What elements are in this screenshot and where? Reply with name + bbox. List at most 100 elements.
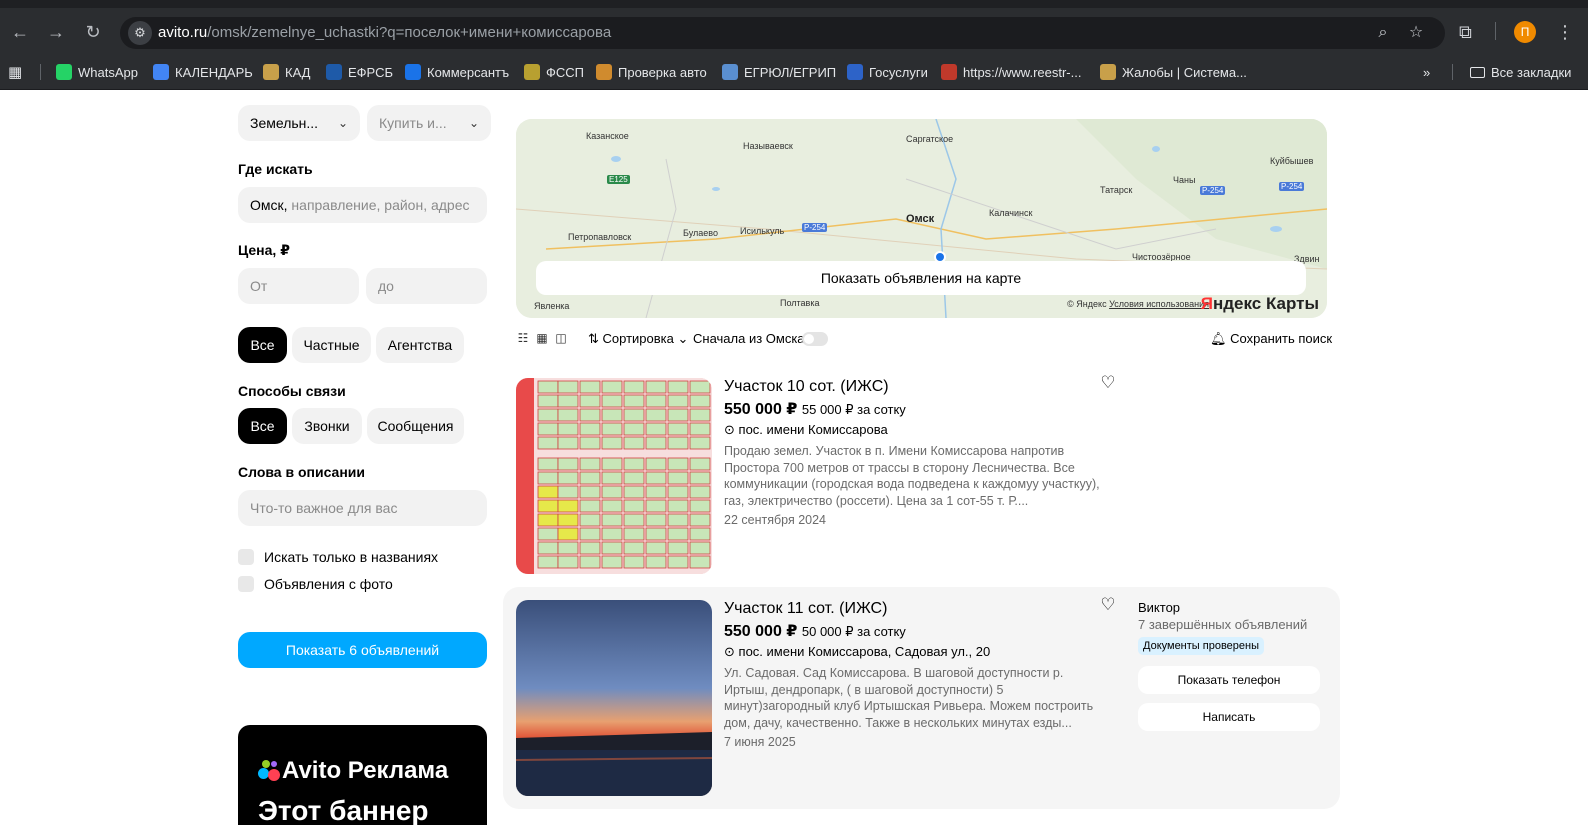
grid-view-icon[interactable]: ▦ [535, 331, 549, 345]
bookmark-item[interactable]: Проверка авто [596, 62, 707, 82]
map-city-label: Татарск [1100, 185, 1133, 195]
profile-avatar[interactable]: П [1514, 21, 1536, 43]
listing-title[interactable]: Участок 11 сот. (ИЖС) [724, 600, 887, 618]
contact-type-messages[interactable]: Сообщения [367, 408, 464, 444]
ad-text: Этот баннер [258, 795, 429, 825]
listing-card[interactable]: Участок 11 сот. (ИЖС) 550 000 ₽ 50 000 ₽… [503, 587, 1340, 809]
listing-description: Ул. Садовая. Сад Комиссарова. В шаговой … [724, 666, 1094, 730]
save-search-button[interactable]: 🔔︎ Сохранить поиск [1210, 331, 1332, 347]
bookmark-item[interactable]: ЕГРЮЛ/ЕГРИП [722, 62, 836, 82]
bookmark-label: КАД [285, 64, 311, 80]
show-on-map-button[interactable]: Показать объявления на карте [536, 261, 1306, 295]
checkbox-box[interactable] [238, 549, 254, 565]
bookmark-item[interactable]: WhatsApp [56, 62, 138, 82]
listing-address: ⊙ пос. имени Комиссарова [724, 422, 888, 438]
category-select[interactable]: Земельн... ⌄ [238, 105, 360, 141]
bookmark-item[interactable]: КАЛЕНДАРЬ [153, 62, 253, 82]
map-city-label: Называевск [743, 141, 793, 151]
listing-title[interactable]: Участок 10 сот. (ИЖС) [724, 378, 889, 396]
omsk-first-toggle[interactable] [802, 332, 828, 346]
bookmark-item[interactable]: Жалобы | Система... [1100, 62, 1247, 82]
listing-address-text: пос. имени Комиссарова, Садовая ул., 20 [738, 644, 991, 659]
site-settings-icon[interactable]: ⚙ [128, 21, 152, 45]
list-view-icon[interactable]: ☷ [516, 331, 530, 345]
results-toolbar: ☷ ▦ ◫ ⇅ Сортировка ⌄ Сначала из Омска 🔔︎… [516, 329, 1332, 351]
map-credit: © Яндекс Условия использования [1067, 299, 1209, 309]
bookmark-item[interactable]: Госуслуги [847, 62, 928, 82]
star-icon[interactable]: ☆ [1406, 23, 1426, 43]
bookmark-item[interactable]: КАД [263, 62, 310, 82]
bookmark-label: ФССП [546, 64, 585, 80]
location-placeholder: направление, район, адрес [291, 197, 470, 213]
with-photo-checkbox[interactable]: Объявления с фото [238, 576, 393, 592]
listing-photo[interactable] [516, 378, 712, 574]
back-icon[interactable]: ← [8, 20, 32, 44]
sunset-photo [516, 600, 712, 796]
bookmark-label: https://www.reestr-... [963, 64, 1082, 80]
yandex-maps-logo[interactable]: Яндекс Карты [1201, 294, 1319, 314]
seller-name[interactable]: Виктор [1138, 600, 1180, 615]
bookmark-label: ЕФРСБ [348, 64, 393, 80]
contact-title: Способы связи [238, 383, 346, 399]
all-bookmarks-folder[interactable]: Все закладки [1470, 62, 1571, 82]
titles-only-label: Искать только в названиях [264, 549, 439, 565]
location-input[interactable]: Омск, направление, район, адрес [238, 187, 487, 223]
listing-price: 550 000 ₽ 50 000 ₽ за сотку [724, 621, 906, 641]
contact-type-all[interactable]: Все [238, 408, 287, 444]
map-city-label: Исилькуль [740, 226, 785, 236]
listing-description: Продаю земел. Участок в п. Имени Комисса… [724, 444, 1100, 508]
address-bar[interactable]: ⚙ avito.ru/omsk/zemelnye_uchastki?q=посе… [120, 17, 1445, 49]
listing-address-text: пос. имени Комиссарова [738, 422, 888, 437]
price-to-input[interactable]: до [366, 268, 487, 304]
checkbox-box[interactable] [238, 576, 254, 592]
reload-icon[interactable]: ↻ [81, 20, 105, 44]
favorite-heart-icon[interactable]: ♡ [1099, 596, 1117, 614]
bookmark-item[interactable]: https://www.reestr-... [941, 62, 1081, 82]
words-input[interactable]: Что-то важное для вас [238, 490, 487, 526]
extensions-icon[interactable]: ⧉ [1459, 20, 1472, 44]
listing-price: 550 000 ₽ 55 000 ₽ за сотку [724, 399, 906, 419]
listing-price-per: 55 000 ₽ за сотку [801, 402, 906, 417]
show-phone-button[interactable]: Показать телефон [1138, 666, 1320, 694]
words-title: Слова в описании [238, 464, 365, 480]
map-city-label: Калачинск [989, 208, 1033, 218]
menu-icon[interactable]: ⋮ [1556, 20, 1574, 44]
seller-type-private[interactable]: Частные [292, 327, 371, 363]
show-results-button[interactable]: Показать 6 объявлений [238, 632, 487, 668]
bookmark-item[interactable]: ФССП [524, 62, 584, 82]
bookmarks-more-button[interactable]: » [1423, 62, 1430, 82]
map-terms-link[interactable]: Условия использования [1109, 299, 1209, 309]
url-text[interactable]: avito.ru/omsk/zemelnye_uchastki?q=посело… [158, 24, 611, 41]
listing-photo[interactable] [516, 600, 712, 796]
bookmark-label: WhatsApp [78, 64, 138, 80]
write-message-button[interactable]: Написать [1138, 703, 1320, 731]
seller-type-all[interactable]: Все [238, 327, 287, 363]
apps-icon[interactable]: ▦ [8, 62, 22, 82]
favorite-heart-icon[interactable]: ♡ [1099, 374, 1117, 392]
map-city-label: Явленка [534, 301, 570, 311]
map-preview[interactable]: Казанское Называевск Саргатское Куйбышев… [516, 119, 1327, 318]
sort-button[interactable]: ⇅ Сортировка ⌄ [588, 331, 688, 347]
contact-type-calls[interactable]: Звонки [292, 408, 362, 444]
tab-strip [0, 0, 1588, 8]
forward-icon[interactable]: → [44, 20, 68, 44]
seller-type-agencies[interactable]: Агентства [376, 327, 464, 363]
zoom-icon[interactable]: ⌕ [1373, 23, 1393, 43]
bookmarks-divider [1452, 64, 1453, 80]
bookmark-label: Проверка авто [618, 64, 707, 80]
map-road-badge: P-254 [1200, 186, 1226, 195]
listing-card[interactable]: Участок 10 сот. (ИЖС) 550 000 ₽ 55 000 ₽… [503, 368, 1340, 590]
category-select-value: Земельн... [250, 115, 319, 131]
titles-only-checkbox[interactable]: Искать только в названиях [238, 549, 438, 565]
bookmark-favicon-icon [56, 64, 72, 80]
avito-ad-banner[interactable]: Avito Реклама Этот баннер [238, 725, 487, 825]
bookmark-favicon-icon [847, 64, 863, 80]
map-city-label: Саргатское [906, 134, 954, 144]
bookmark-favicon-icon [405, 64, 421, 80]
map-view-icon[interactable]: ◫ [554, 331, 568, 345]
bookmark-item[interactable]: Коммерсантъ [405, 62, 509, 82]
map-city-label: Казанское [586, 131, 629, 141]
price-from-input[interactable]: От [238, 268, 359, 304]
deal-type-select[interactable]: Купить и... ⌄ [367, 105, 491, 141]
bookmark-item[interactable]: ЕФРСБ [326, 62, 393, 82]
